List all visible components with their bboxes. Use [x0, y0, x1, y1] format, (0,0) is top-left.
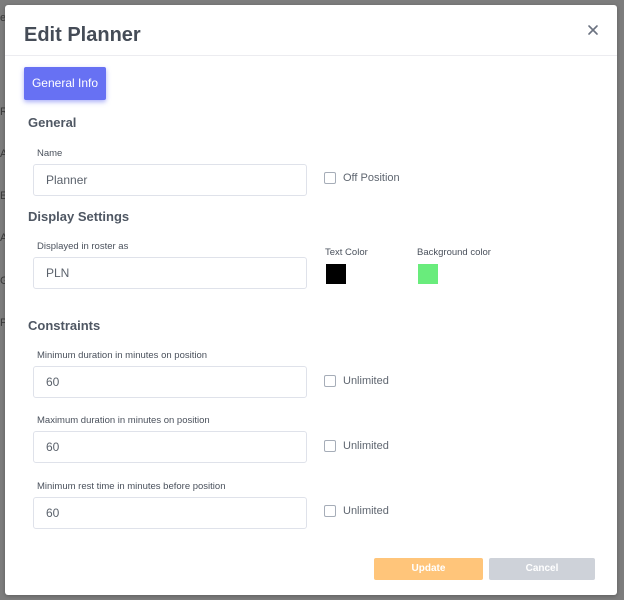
update-button[interactable]: Update	[374, 558, 483, 580]
name-label: Name	[37, 148, 63, 159]
close-icon	[588, 25, 598, 35]
unlimited-label: Unlimited	[343, 375, 389, 387]
unlimited-label: Unlimited	[343, 505, 389, 517]
background-color-swatch[interactable]	[418, 264, 438, 284]
checkbox-box[interactable]	[324, 440, 336, 452]
name-input[interactable]	[33, 164, 307, 196]
min-duration-label: Minimum duration in minutes on position	[37, 350, 208, 361]
cancel-button[interactable]: Cancel	[489, 558, 595, 580]
max-duration-label: Maximum duration in minutes on position	[37, 415, 210, 426]
dialog-header: Edit Planner	[5, 5, 617, 56]
min-rest-unlimited-checkbox[interactable]: Unlimited	[324, 504, 389, 518]
text-color-swatch[interactable]	[326, 264, 346, 284]
checkbox-box[interactable]	[324, 375, 336, 387]
checkbox-box[interactable]	[324, 172, 336, 184]
roster-input[interactable]	[33, 257, 307, 289]
min-duration-input[interactable]	[33, 366, 307, 398]
background-color-label: Background color	[417, 247, 491, 258]
dialog-title: Edit Planner	[24, 24, 141, 46]
edit-planner-dialog: Edit Planner General Info General Name O…	[5, 5, 617, 595]
min-rest-input[interactable]	[33, 497, 307, 529]
close-button[interactable]	[585, 22, 601, 38]
min-duration-unlimited-checkbox[interactable]: Unlimited	[324, 374, 389, 388]
min-rest-label: Minimum rest time in minutes before posi…	[37, 481, 226, 492]
checkbox-box[interactable]	[324, 505, 336, 517]
section-title-constraints: Constraints	[28, 318, 101, 333]
tab-general-info[interactable]: General Info	[24, 67, 106, 100]
text-color-label: Text Color	[325, 247, 368, 258]
off-position-label: Off Position	[343, 172, 400, 184]
section-title-general: General	[28, 115, 77, 130]
unlimited-label: Unlimited	[343, 440, 389, 452]
off-position-checkbox[interactable]: Off Position	[324, 171, 400, 185]
max-duration-input[interactable]	[33, 431, 307, 463]
section-title-display-settings: Display Settings	[28, 209, 130, 224]
roster-label: Displayed in roster as	[37, 241, 129, 252]
max-duration-unlimited-checkbox[interactable]: Unlimited	[324, 439, 389, 453]
